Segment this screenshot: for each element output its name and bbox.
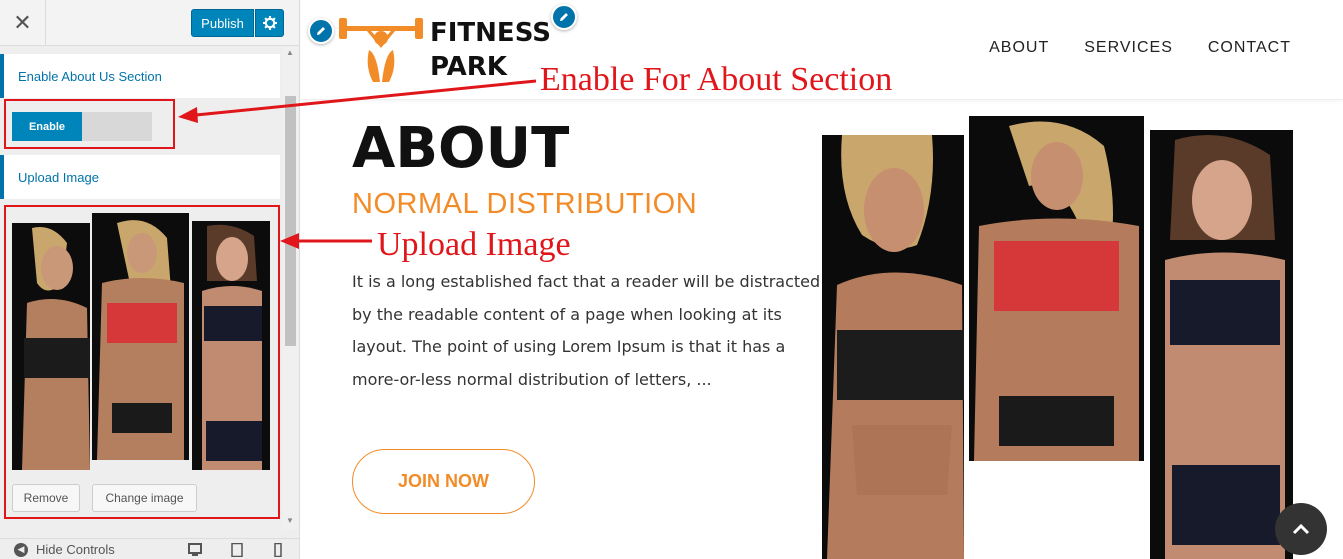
fitness-park-logo-icon bbox=[339, 18, 423, 82]
scroll-to-top-button[interactable] bbox=[1275, 503, 1327, 555]
edit-site-title-shortcut[interactable] bbox=[551, 4, 577, 30]
customizer-header: ✕ Publish bbox=[0, 0, 299, 46]
tablet-icon[interactable] bbox=[230, 543, 244, 557]
panel-scrollbar[interactable]: ▲ ▼ bbox=[283, 46, 298, 530]
collapse-icon: ◀ bbox=[14, 542, 28, 557]
mobile-icon[interactable] bbox=[271, 543, 285, 557]
join-now-button[interactable]: JOIN NOW bbox=[352, 449, 535, 514]
annotation-box-images bbox=[4, 205, 280, 519]
about-image-panel-3 bbox=[1150, 130, 1293, 559]
nav-services[interactable]: SERVICES bbox=[1084, 39, 1173, 57]
edit-logo-shortcut[interactable] bbox=[308, 18, 334, 44]
nav-contact[interactable]: CONTACT bbox=[1208, 39, 1291, 57]
logo-line-2: PARK bbox=[430, 52, 507, 82]
hide-controls-label: Hide Controls bbox=[36, 542, 115, 557]
about-image-panel-2 bbox=[969, 116, 1144, 461]
logo-line-1: FITNESS bbox=[430, 18, 551, 48]
pencil-icon bbox=[317, 27, 325, 35]
annotation-box-toggle bbox=[4, 99, 175, 149]
chevron-up-icon bbox=[1292, 523, 1310, 535]
scrollbar-thumb[interactable] bbox=[285, 96, 296, 346]
gear-icon bbox=[262, 16, 277, 30]
nav-about[interactable]: ABOUT bbox=[989, 39, 1049, 57]
about-image-panel-1 bbox=[822, 135, 964, 559]
about-heading: ABOUT bbox=[352, 116, 570, 181]
desktop-icon[interactable] bbox=[188, 543, 202, 557]
close-icon: ✕ bbox=[13, 10, 32, 35]
publish-button[interactable]: Publish bbox=[191, 9, 254, 37]
about-section-title: Enable About Us Section bbox=[0, 54, 280, 98]
customizer-footer: ◀ Hide Controls bbox=[0, 538, 299, 559]
main-navigation: ABOUT SERVICES CONTACT bbox=[989, 39, 1291, 57]
hide-controls-button[interactable]: ◀ Hide Controls bbox=[14, 542, 115, 557]
pencil-icon bbox=[560, 13, 568, 21]
scroll-up-arrow-icon[interactable]: ▲ bbox=[286, 48, 294, 57]
publish-settings-button[interactable] bbox=[255, 9, 284, 37]
upload-image-title: Upload Image bbox=[0, 155, 280, 199]
about-subheading: NORMAL DISTRIBUTION bbox=[352, 188, 698, 220]
scroll-down-arrow-icon[interactable]: ▼ bbox=[286, 516, 294, 525]
annotation-enable-label: Enable For About Section bbox=[540, 61, 893, 98]
annotation-upload-label: Upload Image bbox=[377, 226, 571, 263]
site-logo-text[interactable]: FITNESS PARK bbox=[430, 16, 551, 84]
about-body-text: It is a long established fact that a rea… bbox=[352, 272, 821, 389]
close-customizer-button[interactable]: ✕ bbox=[0, 0, 46, 46]
